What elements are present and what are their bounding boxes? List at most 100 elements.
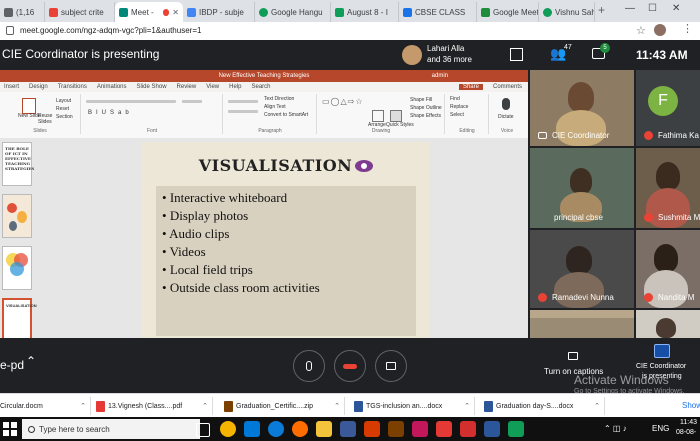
layout-button[interactable]: Layout — [56, 98, 71, 104]
taskbar-app-icon[interactable] — [508, 421, 524, 437]
camera-button[interactable] — [375, 350, 407, 382]
menu-search[interactable]: Search — [251, 84, 270, 90]
leave-call-button[interactable] — [334, 350, 366, 382]
taskbar-app-icon[interactable] — [388, 421, 404, 437]
download-item[interactable]: TGS-inclusion an....docx ⌃ — [354, 397, 475, 415]
participant-tile[interactable]: CIE Coordinator — [530, 70, 634, 146]
browser-tab[interactable]: Google Hangu — [255, 2, 331, 22]
file-explorer-icon[interactable] — [316, 421, 332, 437]
new-tab-button[interactable]: + — [598, 3, 605, 17]
participant-tile[interactable]: F Fathima Ka — [636, 70, 700, 146]
quick-styles-icon[interactable] — [390, 110, 402, 122]
word-icon[interactable] — [484, 421, 500, 437]
captions-icon[interactable] — [568, 352, 578, 360]
shapes-gallery-icon[interactable]: ▭◯△⇨☆ — [322, 97, 364, 106]
store-icon[interactable] — [244, 421, 260, 437]
replace-button[interactable]: Replace — [450, 104, 468, 110]
browser-tab-active[interactable]: Meet - ✕ — [115, 2, 183, 22]
menu-transitions[interactable]: Transitions — [58, 84, 87, 90]
browser-tab[interactable]: CBSE CLASS — [399, 2, 477, 22]
ppt-comments-button[interactable]: Comments — [493, 84, 522, 90]
reuse-slides-button[interactable]: Reuse Slides — [38, 113, 52, 125]
close-tab-icon[interactable]: ✕ — [172, 8, 179, 17]
download-item[interactable]: Graduation day-S....docx ⌃ — [484, 397, 605, 415]
menu-review[interactable]: Review — [177, 84, 197, 90]
new-slide-icon[interactable] — [22, 98, 36, 114]
chevron-up-icon[interactable]: ⌃ — [464, 402, 470, 410]
browser-tab[interactable]: IBDP - subje — [183, 2, 255, 22]
shape-fill-button[interactable]: Shape Fill — [410, 97, 432, 103]
participant-tile[interactable] — [636, 310, 700, 338]
profile-avatar[interactable] — [654, 24, 666, 36]
menu-view[interactable]: View — [206, 84, 219, 90]
shape-effects-button[interactable]: Shape Effects — [410, 113, 441, 119]
participant-tile[interactable] — [530, 310, 634, 338]
slide-thumbnail[interactable]: THE ROLE OF ICT IN EFFECTIVE TEACHING ST… — [2, 142, 34, 186]
dictate-button[interactable]: Dictate — [498, 114, 514, 120]
participant-tile[interactable]: Sushmita M — [636, 148, 700, 228]
present-screen-icon[interactable] — [654, 344, 670, 358]
find-button[interactable]: Find — [450, 96, 460, 102]
participant-tile[interactable]: Ramadevi Nunna — [530, 230, 634, 308]
microphone-button[interactable] — [293, 350, 325, 382]
align-text-button[interactable]: Align Text — [264, 104, 286, 110]
menu-slide-show[interactable]: Slide Show — [137, 84, 167, 90]
windows-start-icon[interactable] — [3, 422, 17, 436]
reset-button[interactable]: Reset — [56, 106, 69, 112]
close-window-icon[interactable]: ✕ — [672, 3, 680, 14]
participant-tile[interactable]: principal cbse — [530, 148, 634, 228]
minimize-icon[interactable]: — — [625, 3, 635, 14]
language-indicator[interactable]: ENG — [652, 424, 669, 433]
firefox-icon[interactable] — [292, 421, 308, 437]
slide-thumbnail-active[interactable]: VISUALISATION — [2, 298, 37, 338]
text-direction-button[interactable]: Text Direction — [264, 96, 294, 102]
task-view-icon[interactable] — [196, 423, 210, 437]
font-format-buttons[interactable]: BIUSab — [88, 110, 133, 116]
align-buttons[interactable] — [228, 110, 258, 113]
browser-tab[interactable]: Vishnu Sahu — [539, 2, 595, 22]
more-menu-icon[interactable]: ⋮ — [682, 22, 693, 35]
taskbar-search-box[interactable]: Type here to search — [22, 419, 200, 439]
chevron-up-icon[interactable]: ⌃ — [594, 402, 600, 410]
download-item[interactable]: Circular.docm ⌃ — [0, 397, 91, 415]
chevron-up-icon[interactable]: ⌃ — [334, 402, 340, 410]
show-all-downloads-button[interactable]: Show — [682, 401, 700, 410]
ppt-share-button[interactable]: Share — [458, 84, 483, 90]
shape-outline-button[interactable]: Shape Outline — [410, 105, 442, 111]
select-button[interactable]: Select — [450, 112, 464, 118]
maximize-icon[interactable]: ☐ — [648, 3, 657, 14]
layout-grid-icon[interactable] — [510, 48, 523, 61]
download-item[interactable]: Graduation_Certific....zip ⌃ — [224, 397, 345, 415]
font-name-box[interactable] — [86, 100, 176, 103]
taskbar-app-icon[interactable] — [412, 421, 428, 437]
list-buttons[interactable] — [228, 100, 258, 103]
browser-tab[interactable]: subject crite — [45, 2, 115, 22]
arrange-icon[interactable] — [372, 110, 384, 122]
browser-tab[interactable]: Google Meet — [477, 2, 539, 22]
browser-tab[interactable]: August 8 - I — [331, 2, 399, 22]
convert-smartart-button[interactable]: Convert to SmartArt — [264, 112, 308, 118]
slide-thumbnail[interactable] — [2, 194, 32, 238]
browser-tab[interactable]: (1,16 — [0, 2, 45, 22]
edge-icon[interactable] — [268, 421, 284, 437]
taskbar-app-icon[interactable] — [340, 421, 356, 437]
menu-design[interactable]: Design — [29, 84, 48, 90]
menu-animations[interactable]: Animations — [97, 84, 127, 90]
star-icon[interactable]: ☆ — [636, 24, 646, 37]
font-size-box[interactable] — [182, 100, 202, 103]
chevron-up-icon[interactable]: ⌃ — [202, 402, 208, 410]
chevron-up-icon[interactable]: ⌃ — [26, 354, 36, 368]
acrobat-icon[interactable] — [460, 421, 476, 437]
taskbar-date[interactable]: 08-08- — [676, 429, 696, 436]
taskbar-app-icon[interactable] — [364, 421, 380, 437]
microphone-icon[interactable] — [502, 98, 510, 110]
chevron-up-icon[interactable]: ⌃ — [80, 402, 86, 410]
taskbar-time[interactable]: 11:43 — [680, 419, 697, 426]
section-button[interactable]: Section — [56, 114, 73, 120]
url-field[interactable]: meet.google.com/ngz-adqm-vgc?pli=1&authu… — [20, 24, 660, 38]
participant-tile[interactable]: Nandita M — [636, 230, 700, 308]
taskbar-app-icon[interactable] — [436, 421, 452, 437]
download-item[interactable]: 13.Vignesh (Class....pdf ⌃ — [96, 397, 213, 415]
menu-insert[interactable]: Insert — [4, 84, 19, 90]
menu-help[interactable]: Help — [229, 84, 241, 90]
